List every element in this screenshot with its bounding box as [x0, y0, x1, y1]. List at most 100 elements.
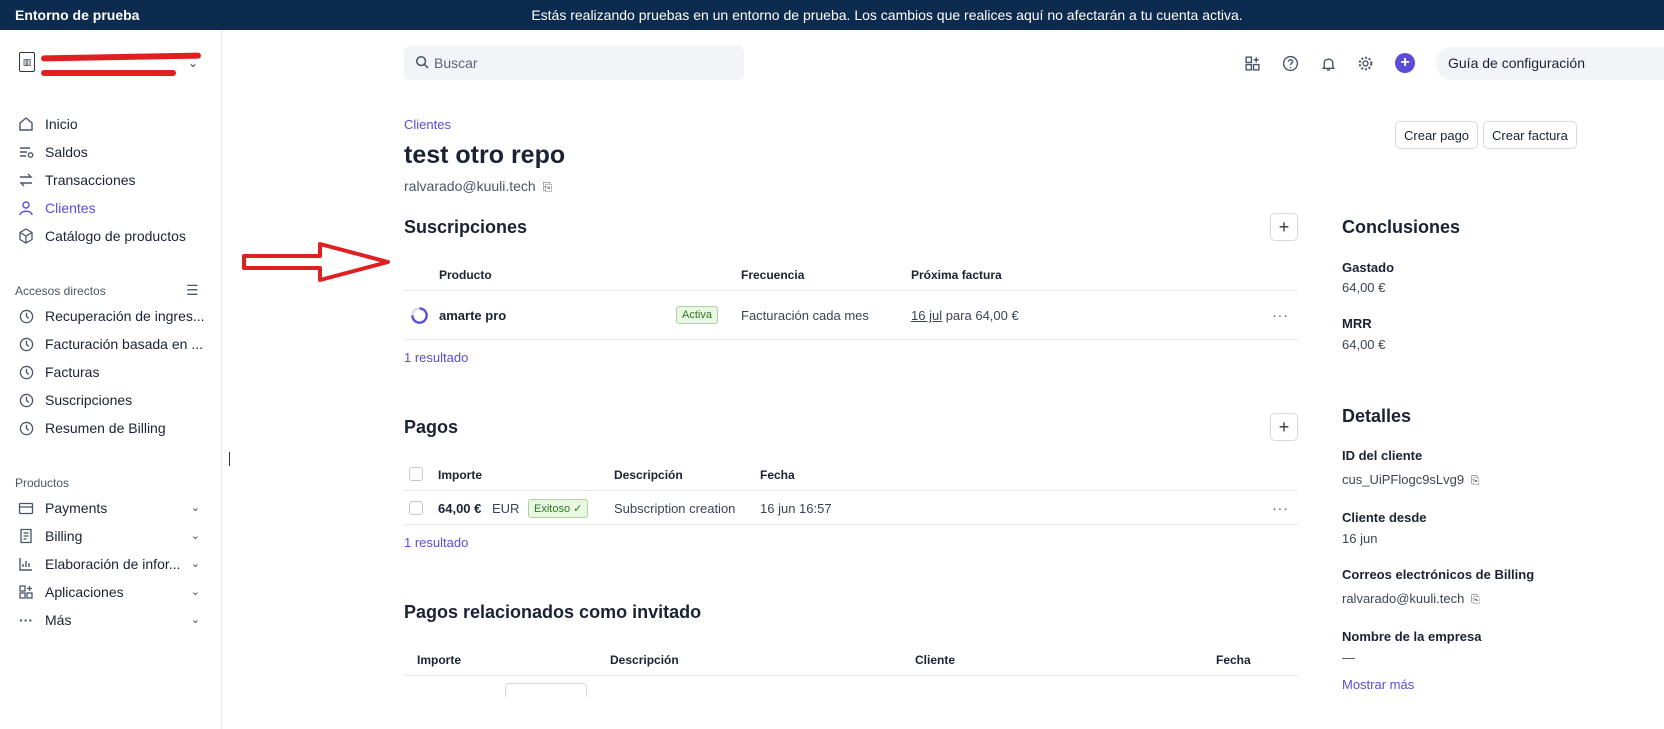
col-producto: Producto — [439, 268, 492, 282]
sidebar-item-payments[interactable]: Payments ⌄ — [0, 494, 222, 522]
shortcut-item[interactable]: Recuperación de ingres... — [0, 302, 222, 330]
clock-icon — [18, 336, 34, 352]
next-invoice-date[interactable]: 16 jul — [911, 308, 942, 323]
apps-grid-icon[interactable] — [1240, 51, 1264, 75]
chevron-down-icon: ⌄ — [188, 56, 199, 70]
payment-date: 16 jun 16:57 — [760, 501, 832, 516]
col-fecha: Fecha — [1216, 653, 1251, 667]
row-actions-icon[interactable]: ··· — [1272, 307, 1289, 323]
sidebar-item-clientes[interactable]: Clientes — [0, 194, 222, 222]
clock-icon — [18, 392, 34, 408]
sidebar-item-billing[interactable]: Billing ⌄ — [0, 522, 222, 550]
chevron-down-icon: ⌄ — [190, 502, 200, 514]
payment-currency: EUR — [492, 501, 520, 516]
customer-since-label: Cliente desde — [1342, 510, 1427, 525]
customer-since-value: 16 jun — [1342, 531, 1378, 546]
subscription-progress-icon — [411, 307, 428, 324]
guest-payments-title: Pagos relacionados como invitado — [404, 602, 702, 622]
sidebar-item-apps[interactable]: Aplicaciones ⌄ — [0, 578, 222, 606]
main-nav: Inicio Saldos Transacciones Clientes Cat… — [0, 110, 222, 250]
add-payment-button[interactable]: + — [1270, 413, 1298, 441]
add-subscription-button[interactable]: + — [1270, 213, 1298, 241]
sidebar-item-label: Transacciones — [45, 172, 136, 188]
breadcrumb-clientes[interactable]: Clientes — [404, 117, 451, 132]
clock-icon — [18, 420, 34, 436]
account-logo-icon: ▥ — [19, 52, 35, 72]
list-icon[interactable]: ☰ — [186, 282, 199, 299]
show-more-link[interactable]: Mostrar más — [1342, 677, 1414, 692]
customer-email-text: ralvarado@kuuli.tech — [404, 178, 536, 194]
partial-badge — [505, 683, 587, 697]
billing-email-label: Correos electrónicos de Billing — [1342, 567, 1535, 582]
copy-icon[interactable]: ⎘ — [543, 180, 553, 194]
shortcut-item[interactable]: Resumen de Billing — [0, 414, 222, 442]
divider — [404, 524, 1298, 525]
billing-email-value: ralvarado@kuuli.tech ⎘ — [1342, 591, 1480, 607]
create-invoice-button[interactable]: Crear factura — [1483, 121, 1577, 149]
customer-id-label: ID del cliente — [1342, 448, 1423, 463]
sidebar-item-label: Inicio — [45, 116, 78, 132]
mrr-value: 64,00 € — [1342, 337, 1386, 352]
sidebar-item-transacciones[interactable]: Transacciones — [0, 166, 222, 194]
products-title: Productos — [15, 476, 70, 490]
row-actions-icon[interactable]: ··· — [1272, 500, 1289, 516]
col-importe: Importe — [438, 468, 483, 482]
page-title: test otro repo — [404, 141, 566, 169]
sidebar: ▥ ⌄ Inicio Saldos Transacciones Clientes… — [0, 30, 222, 729]
status-badge: Exitoso ✓ — [528, 499, 589, 518]
shortcut-label: Recuperación de ingres... — [45, 308, 205, 324]
help-icon[interactable] — [1278, 51, 1302, 75]
subscriptions-result-count[interactable]: 1 resultado — [404, 350, 468, 365]
spent-label: Gastado — [1342, 260, 1395, 275]
status-badge: Activa — [676, 306, 718, 324]
sidebar-item-label: Aplicaciones — [45, 584, 124, 600]
payments-result-count[interactable]: 1 resultado — [404, 535, 468, 550]
sidebar-item-reports[interactable]: Elaboración de infor... ⌄ — [0, 550, 222, 578]
setup-guide-button[interactable]: Guía de configuración — [1436, 47, 1664, 80]
transactions-icon — [18, 172, 34, 188]
shortcut-label: Suscripciones — [45, 392, 133, 408]
sidebar-item-saldos[interactable]: Saldos — [0, 138, 222, 166]
divider — [404, 490, 1298, 491]
shortcut-item[interactable]: Facturación basada en ... — [0, 330, 222, 358]
clock-icon — [18, 308, 34, 324]
details-title: Detalles — [1342, 406, 1412, 426]
test-mode-banner: Entorno de prueba Estás realizando prueb… — [0, 0, 1664, 30]
home-icon — [18, 116, 34, 132]
col-frecuencia: Frecuencia — [741, 268, 805, 282]
test-env-message: Estás realizando pruebas en un entorno d… — [531, 7, 1243, 23]
select-all-checkbox[interactable] — [409, 467, 423, 481]
row-checkbox[interactable] — [409, 501, 423, 515]
sidebar-item-inicio[interactable]: Inicio — [0, 110, 222, 138]
sidebar-item-catalogo[interactable]: Catálogo de productos — [0, 222, 222, 250]
chevron-down-icon: ⌄ — [190, 530, 200, 542]
col-proxima-factura: Próxima factura — [911, 268, 1002, 282]
create-payment-button[interactable]: Crear pago — [1395, 121, 1479, 149]
shortcut-item[interactable]: Suscripciones — [0, 386, 222, 414]
chevron-down-icon: ⌄ — [190, 614, 200, 626]
sidebar-item-label: Catálogo de productos — [45, 228, 186, 244]
copy-icon[interactable]: ⎘ — [1471, 475, 1480, 487]
search-input[interactable]: Buscar — [404, 46, 744, 80]
divider — [404, 290, 1298, 291]
gear-icon[interactable] — [1353, 51, 1377, 75]
subscription-frequency: Facturación cada mes — [741, 308, 869, 323]
reports-icon — [18, 556, 34, 572]
col-descripcion: Descripción — [614, 468, 683, 482]
customer-id-text: cus_UiPFlogc9sLvg9 — [1342, 472, 1465, 487]
red-arrow-annotation — [242, 242, 390, 282]
bell-icon[interactable] — [1316, 51, 1340, 75]
col-importe: Importe — [417, 653, 462, 667]
search-icon — [415, 55, 429, 72]
customer-id-value: cus_UiPFlogc9sLvg9 ⎘ — [1342, 472, 1480, 488]
box-icon — [18, 228, 34, 244]
copy-icon[interactable]: ⎘ — [1471, 594, 1480, 606]
create-new-button[interactable]: + — [1395, 53, 1415, 73]
divider — [404, 675, 1298, 676]
shortcut-item[interactable]: Facturas — [0, 358, 222, 386]
mrr-label: MRR — [1342, 316, 1372, 331]
subscriptions-title: Suscripciones — [404, 217, 528, 237]
account-switcher[interactable]: ▥ ⌄ — [16, 48, 206, 88]
sidebar-item-label: Payments — [45, 500, 108, 516]
sidebar-item-more[interactable]: ··· Más ⌄ — [0, 606, 222, 634]
